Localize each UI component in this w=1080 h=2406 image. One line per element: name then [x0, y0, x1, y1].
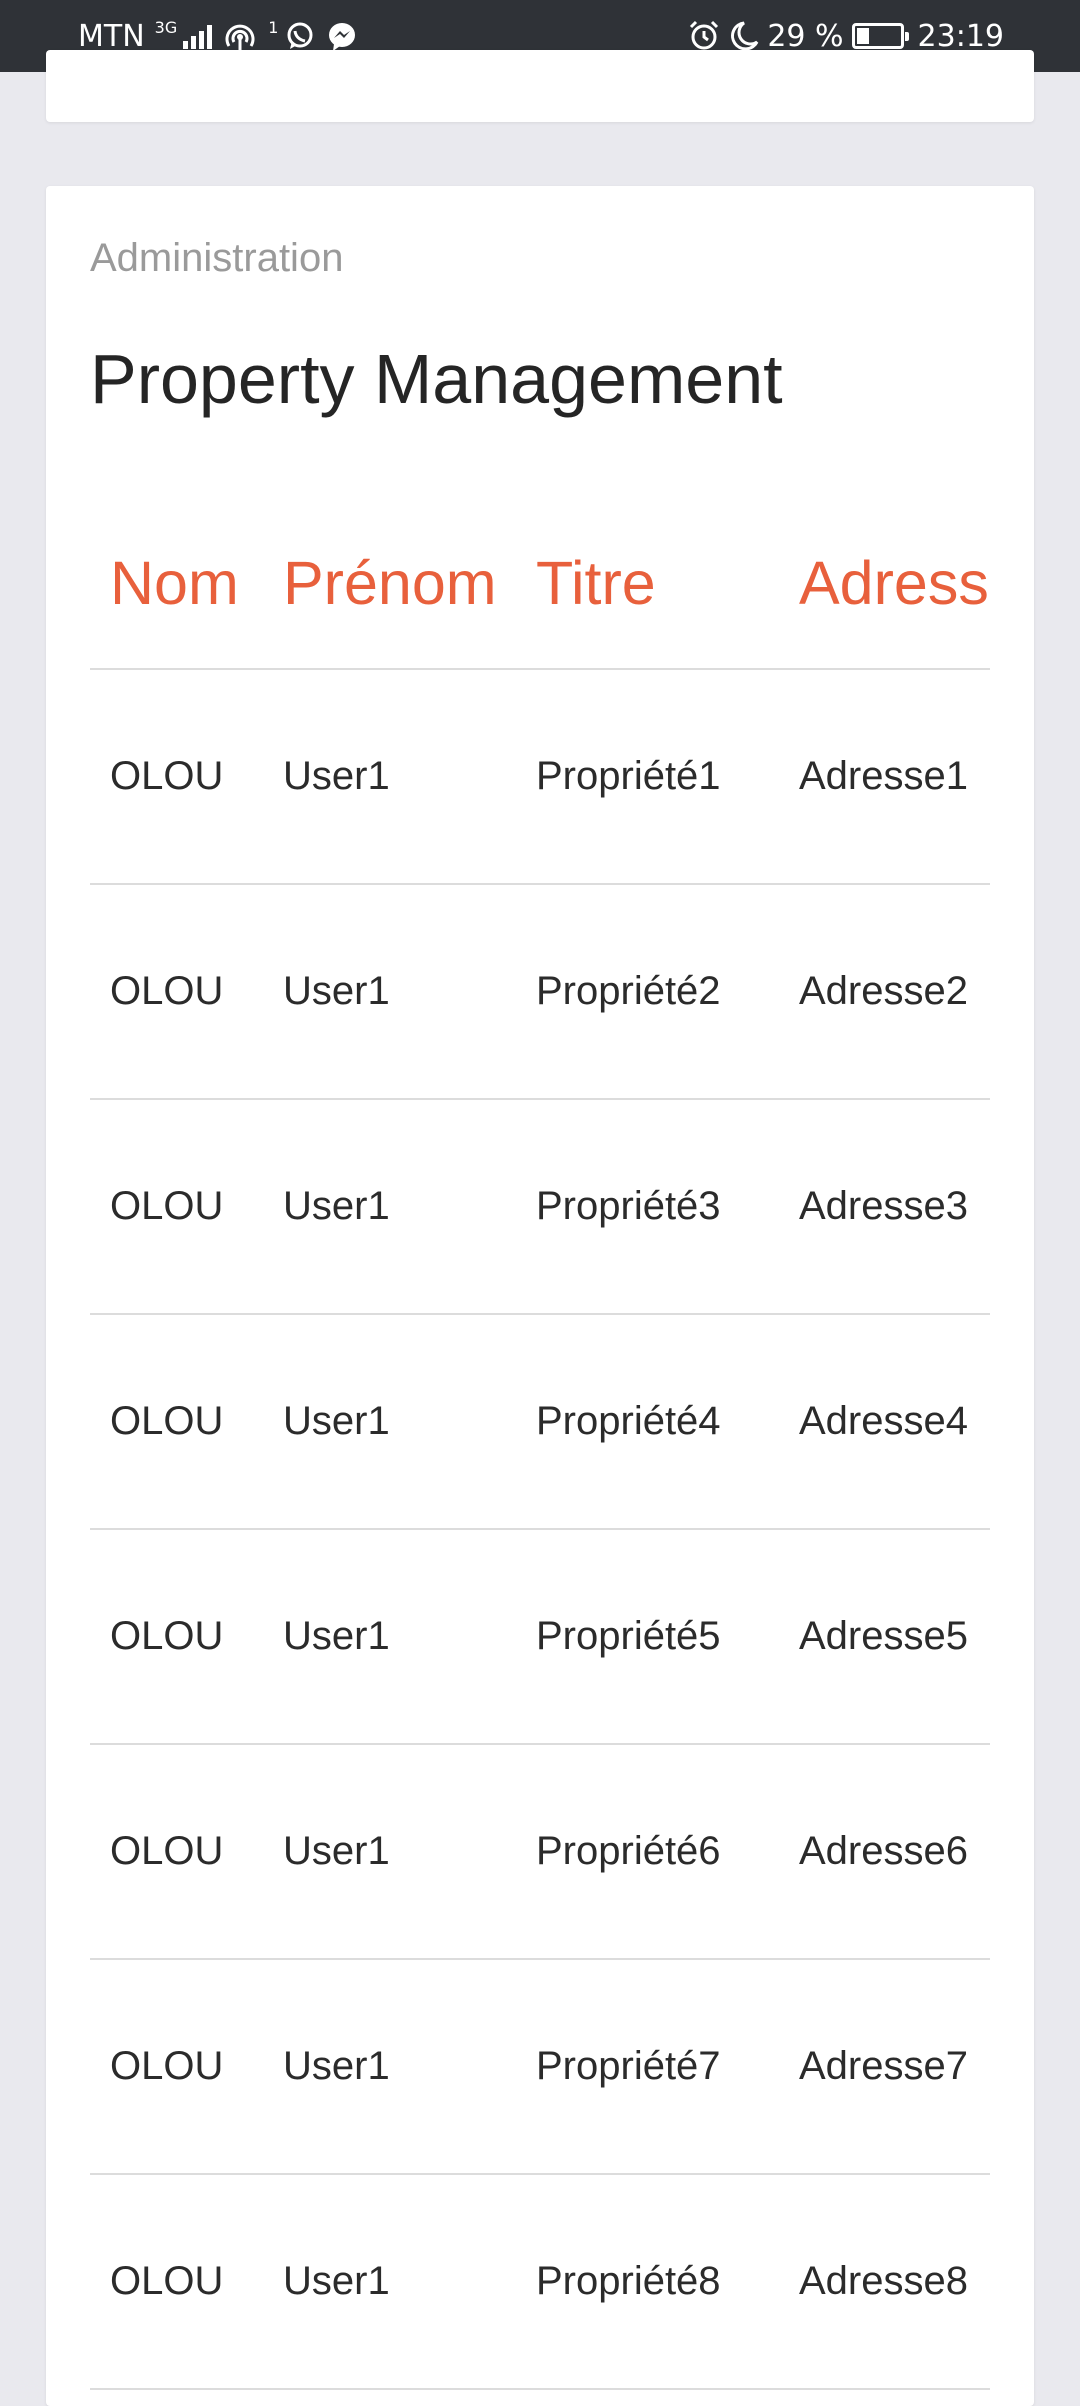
battery-level: [856, 28, 869, 44]
table-header-row: Nom Prénom Titre Adresse: [90, 498, 990, 670]
column-header-prenom[interactable]: Prénom: [263, 498, 516, 670]
table-row[interactable]: OLOU User1 Propriété5 Adresse5: [90, 1529, 990, 1745]
messenger-icon: [326, 20, 358, 52]
cell-prenom: User1: [263, 1314, 516, 1530]
cell-nom: OLOU: [90, 1314, 263, 1530]
moon-icon: [729, 20, 759, 52]
hotspot-count: 1: [268, 17, 279, 37]
cell-nom: OLOU: [90, 1099, 263, 1315]
table-container[interactable]: Nom Prénom Titre Adresse OLOUUser1Propri…: [90, 498, 990, 2390]
page-title: Property Management: [90, 340, 783, 418]
cell-prenom: User1: [263, 884, 516, 1100]
cell-nom: OLOU: [90, 1744, 263, 1960]
signal-icon: [183, 23, 213, 49]
cell-titre: Propriété6: [516, 1744, 779, 1960]
property-management-card: Administration Property Management Nom P…: [46, 186, 1034, 2406]
cell-prenom: User1: [263, 669, 516, 885]
cell-nom: OLOU: [90, 669, 263, 885]
network-type: 3G: [154, 17, 178, 37]
column-header-nom[interactable]: Nom: [90, 498, 263, 670]
column-header-adresse[interactable]: Adresse: [779, 498, 990, 670]
cell-titre: Propriété2: [516, 884, 779, 1100]
whatsapp-icon: [284, 20, 316, 52]
cell-titre: Propriété3: [516, 1099, 779, 1315]
cell-prenom: User1: [263, 1959, 516, 2175]
card-category: Administration: [90, 236, 344, 280]
table-row[interactable]: OLOU User1 Propriété6 Adresse6: [90, 1744, 990, 1960]
table-row[interactable]: OLOU User1 Propriété1 Adresse1: [90, 669, 990, 885]
previous-card: [46, 50, 1034, 122]
cell-titre: Propriété7: [516, 1959, 779, 2175]
cell-prenom: User1: [263, 2174, 516, 2390]
cell-nom: OLOU: [90, 1529, 263, 1745]
cell-adresse: Adresse4: [779, 1314, 990, 1530]
cell-adresse: Adresse1: [779, 669, 990, 885]
table-row[interactable]: OLOU User1 Propriété7 Adresse7: [90, 1959, 990, 2175]
table-body: OLOU User1 Propriété1 Adresse1 OLOU User1 Prop…: [90, 669, 990, 2390]
properties-table: Nom Prénom Titre Adresse OLOUUser1Propri…: [90, 498, 990, 2390]
cell-titre: Propriété1: [516, 669, 779, 885]
table-row[interactable]: OLOU User1 Propriété3 Adresse3: [90, 1099, 990, 1315]
cell-prenom: User1: [263, 1744, 516, 1960]
table-row[interactable]: OLOU User1 Propriété8 Adresse8: [90, 2174, 990, 2390]
cell-titre: Propriété8: [516, 2174, 779, 2390]
cell-prenom: User1: [263, 1529, 516, 1745]
cell-nom: OLOU: [90, 884, 263, 1100]
alarm-icon: [687, 19, 721, 53]
column-header-titre[interactable]: Titre: [516, 498, 779, 670]
cell-nom: OLOU: [90, 1959, 263, 2175]
cell-titre: Propriété4: [516, 1314, 779, 1530]
cell-adresse: Adresse3: [779, 1099, 990, 1315]
cell-prenom: User1: [263, 1099, 516, 1315]
battery-icon: [851, 23, 909, 49]
cell-adresse: Adresse5: [779, 1529, 990, 1745]
cell-adresse: Adresse6: [779, 1744, 990, 1960]
hotspot-icon: [222, 20, 258, 52]
cell-adresse: Adresse2: [779, 884, 990, 1100]
battery-percent: 29 %: [767, 18, 844, 54]
table-row[interactable]: OLOU User1 Propriété4 Adresse4: [90, 1314, 990, 1530]
cell-titre: Propriété5: [516, 1529, 779, 1745]
cell-adresse: Adresse8: [779, 2174, 990, 2390]
table-row[interactable]: OLOU User1 Propriété2 Adresse2: [90, 884, 990, 1100]
cell-adresse: Adresse7: [779, 1959, 990, 2175]
cell-nom: OLOU: [90, 2174, 263, 2390]
clock: 23:19: [917, 18, 1004, 54]
carrier-name: MTN: [78, 18, 145, 54]
table-header: Nom Prénom Titre Adresse: [90, 498, 990, 670]
